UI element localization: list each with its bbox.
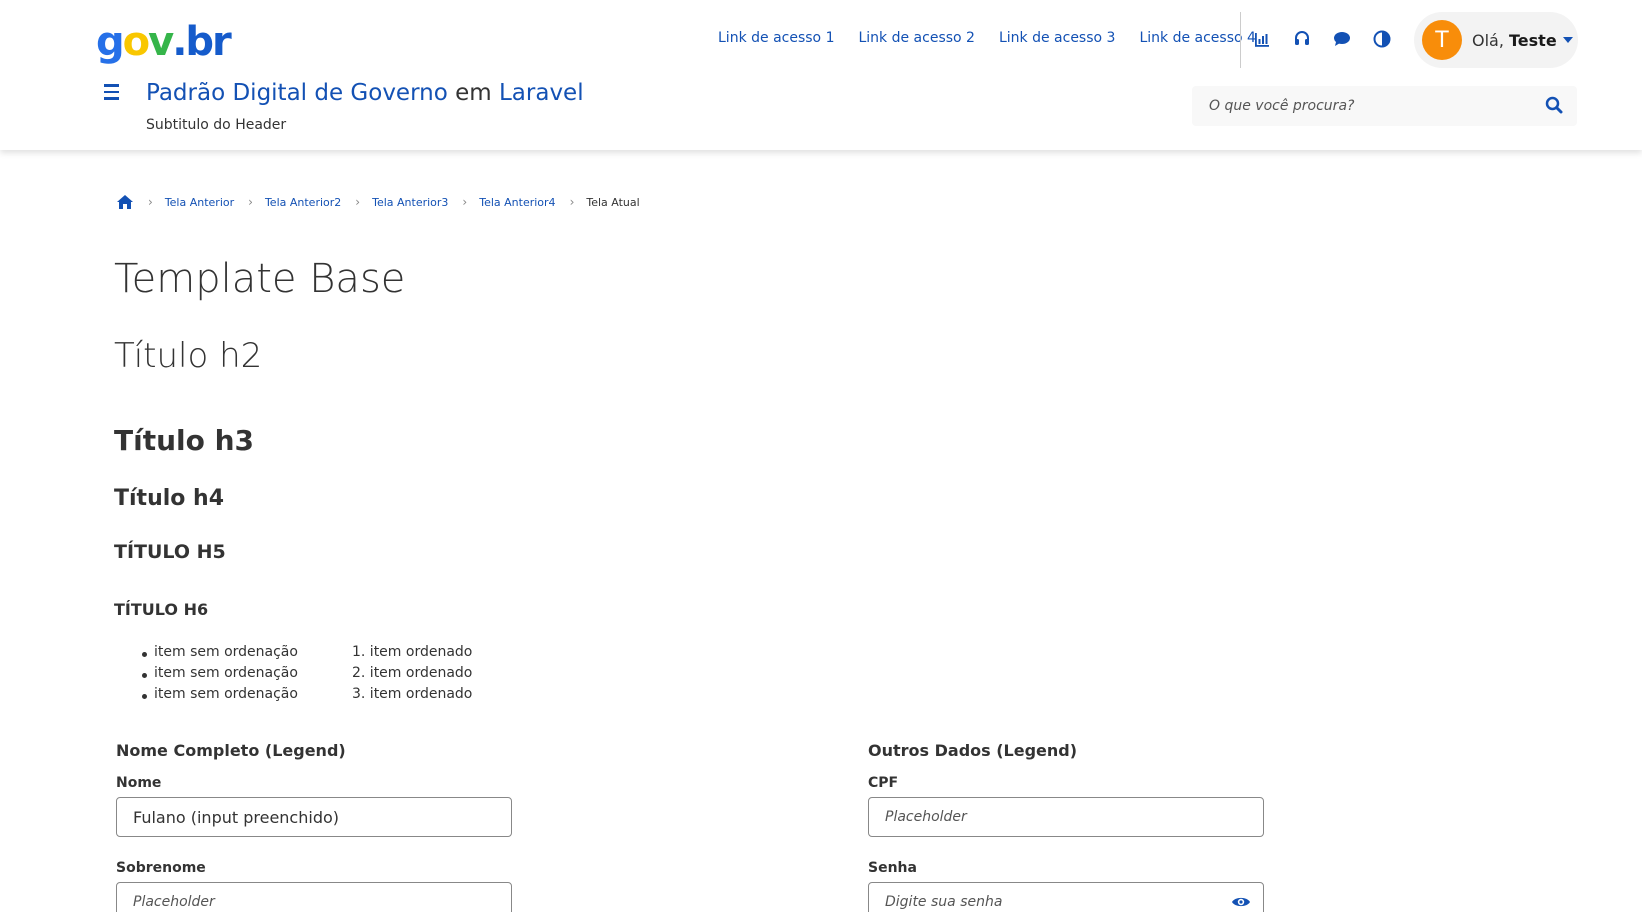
label-nome: Nome [116,775,162,791]
chevron-right-icon: › [569,195,575,209]
breadcrumb-link[interactable]: Tela Anterior2 [265,196,341,209]
site-title: Padrão Digital de Governo em Laravel [146,80,584,106]
breadcrumb: › Tela Anterior › Tela Anterior2 › Tela Ant… [116,194,640,210]
access-link-1[interactable]: Link de acesso 1 [718,30,834,46]
cpf-input[interactable] [869,798,1263,836]
heading-h2: Título h2 [114,336,263,376]
caret-down-icon [1562,37,1573,43]
hamburger-icon [104,84,119,87]
site-subtitle: Subtitulo do Header [146,117,287,133]
headset-icon[interactable] [1292,28,1312,50]
nome-input[interactable] [117,798,511,836]
header-divider [1240,12,1241,68]
heading-h3: Título h3 [114,424,255,457]
heading-h6: TÍTULO H6 [114,600,209,619]
heading-h4: Título h4 [114,486,225,511]
access-links: Link de acesso 1 Link de acesso 2 Link d… [718,30,1256,46]
breadcrumb-link[interactable]: Tela Anterior [165,196,234,209]
chevron-right-icon: › [248,195,253,209]
header-functions [1252,28,1392,50]
label-sobrenome: Sobrenome [116,860,206,876]
unordered-list: item sem ordenação item sem ordenação it… [140,644,298,707]
label-cpf: CPF [868,775,899,791]
chevron-right-icon: › [148,195,153,209]
access-link-3[interactable]: Link de acesso 3 [999,30,1115,46]
list-item: item sem ordenação [140,686,298,707]
list-item: 1. item ordenado [352,644,473,660]
breadcrumb-current: › Tela Atual [569,195,640,209]
chevron-right-icon: › [355,195,361,209]
access-link-4[interactable]: Link de acesso 4 [1139,30,1255,46]
breadcrumb-item: › Tela Anterior2 [234,195,341,209]
search-icon[interactable] [1545,96,1565,116]
user-menu[interactable]: T Olá, Teste [1414,12,1578,68]
senha-field [868,882,1264,912]
search-box [1192,86,1577,126]
ordered-list: 1. item ordenado 2. item ordenado 3. ite… [352,644,472,707]
chat-icon[interactable] [1332,28,1352,50]
chart-icon[interactable] [1252,28,1272,50]
access-link-2[interactable]: Link de acesso 2 [858,30,974,46]
home-icon [117,195,133,209]
chevron-right-icon: › [462,195,468,209]
header: g o v. br Link de acesso 1 Link de acesso 2… [0,0,1642,150]
cpf-field [868,797,1264,837]
legend-nome-completo: Nome Completo (Legend) [116,741,346,760]
eye-icon[interactable] [1231,894,1251,910]
breadcrumb-item: › Tela Anterior4 [448,195,555,209]
heading-h5: TÍTULO H5 [114,541,226,563]
user-greeting: Olá, Teste [1472,30,1557,50]
senha-input[interactable] [869,883,1263,912]
sobrenome-field [116,882,512,912]
sobrenome-input[interactable] [117,883,511,912]
nome-field [116,797,512,837]
breadcrumb-item: › Tela Anterior [134,195,234,209]
govbr-logo[interactable]: g o v. br [96,18,232,62]
menu-button[interactable] [104,84,124,104]
avatar: T [1422,20,1462,60]
page-title: Template Base [114,256,406,302]
contrast-icon[interactable] [1372,28,1392,50]
search-input[interactable] [1192,86,1532,126]
list-item: item sem ordenação [140,665,298,686]
list-item: item sem ordenação [140,644,298,665]
breadcrumb-link[interactable]: Tela Anterior4 [479,196,555,209]
breadcrumb-item: › Tela Anterior3 [341,195,448,209]
list-item: 3. item ordenado [352,686,473,702]
breadcrumb-link[interactable]: Tela Anterior3 [372,196,448,209]
list-item: 2. item ordenado [352,665,473,681]
breadcrumb-home[interactable] [116,194,134,210]
label-senha: Senha [868,860,917,876]
legend-outros-dados: Outros Dados (Legend) [868,741,1078,760]
